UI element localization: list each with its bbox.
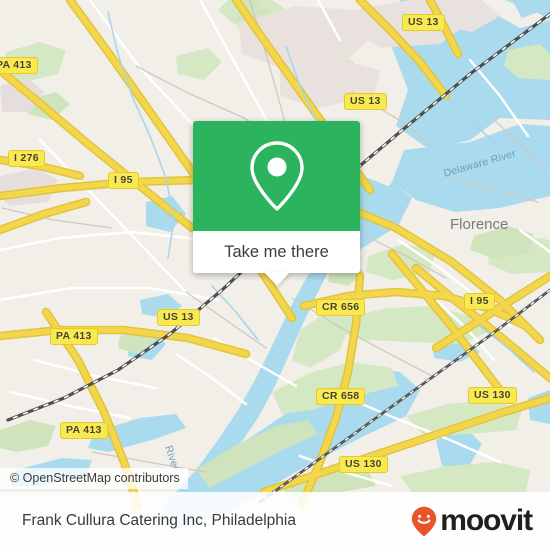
map-label-florence: Florence	[450, 216, 509, 233]
road-shield-cr-658[interactable]: CR 658	[316, 388, 366, 405]
moovit-wordmark: moovit	[440, 504, 533, 537]
footer-bar: Frank Cullura Catering Inc, Philadelphia…	[0, 492, 550, 550]
road-shield-cr-656[interactable]: CR 656	[316, 299, 366, 316]
road-shield-i-95-west[interactable]: I 95	[108, 172, 139, 189]
moovit-brand[interactable]: moovit	[411, 504, 533, 537]
popup-tail	[263, 272, 290, 286]
place-title: Frank Cullura Catering Inc, Philadelphia	[22, 512, 296, 529]
road-shield-i-276[interactable]: I 276	[8, 150, 45, 167]
location-pin-icon	[249, 141, 304, 211]
osm-attribution[interactable]: © OpenStreetMap contributors	[0, 468, 188, 489]
road-shield-us-130-bottom[interactable]: US 130	[339, 456, 388, 473]
road-shield-pa-413-mid[interactable]: PA 413	[50, 328, 98, 345]
popup-pin-panel	[193, 121, 360, 231]
road-shield-pa-413-bottom[interactable]: PA 413	[60, 422, 108, 439]
road-shield-pa-413-topleft[interactable]: PA 413	[0, 57, 38, 74]
road-shield-i-95-east[interactable]: I 95	[464, 293, 495, 310]
location-popup[interactable]: Take me there	[193, 121, 360, 286]
moovit-smiley-pin-icon	[412, 506, 437, 536]
road-shield-us-13-upper[interactable]: US 13	[344, 93, 387, 110]
road-shield-us-130-east[interactable]: US 130	[468, 387, 517, 404]
road-shield-us-13-top[interactable]: US 13	[402, 14, 445, 31]
take-me-there-label: Take me there	[224, 242, 329, 261]
road-shield-us-13-lower[interactable]: US 13	[157, 309, 200, 326]
popup-cta-panel[interactable]: Take me there	[193, 231, 360, 286]
map-screenshot: Delaware River River Florence PA 413 I 2…	[0, 0, 550, 550]
